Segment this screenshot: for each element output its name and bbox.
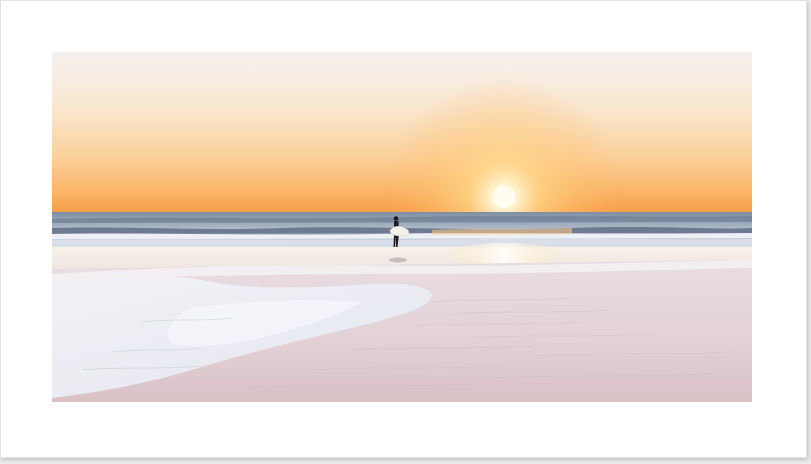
- photo-artwork: [52, 52, 752, 402]
- print-frame: [0, 0, 807, 458]
- sun-glow: [52, 52, 752, 214]
- sun: [493, 186, 515, 208]
- beach-sunset-photo: [52, 52, 752, 402]
